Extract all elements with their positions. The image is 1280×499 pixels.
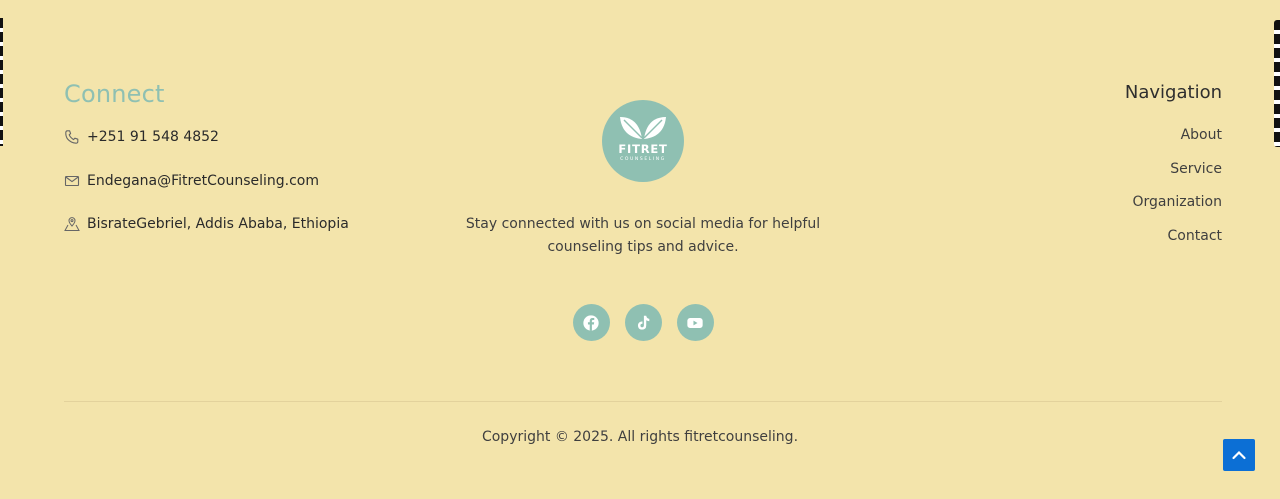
tiktok-icon <box>637 315 650 330</box>
nav-link-service[interactable]: Service <box>1125 161 1222 181</box>
email-address: Endegana@FitretCounseling.com <box>87 172 319 189</box>
facebook-icon <box>583 314 599 331</box>
navigation-heading: Navigation <box>1124 82 1222 103</box>
phone-icon <box>64 129 80 145</box>
brand-section: FITRET COUNSELING Stay connected with us… <box>443 100 843 341</box>
youtube-icon <box>687 317 703 328</box>
connect-heading: Connect <box>64 80 165 108</box>
footer-divider <box>64 401 1222 402</box>
nav-link-about[interactable]: About <box>1125 127 1222 147</box>
facebook-link[interactable] <box>572 304 610 341</box>
phone-number: +251 91 548 4852 <box>87 129 219 145</box>
fitret-logo[interactable]: FITRET COUNSELING <box>602 100 684 182</box>
email-contact[interactable]: Endegana@FitretCounseling.com <box>64 171 349 191</box>
nav-link-organization[interactable]: Organization <box>1125 194 1222 214</box>
right-edge-artifact <box>1274 20 1280 147</box>
leaves-icon <box>620 117 666 139</box>
scroll-to-top-button[interactable] <box>1223 439 1255 471</box>
logo-brand-text: FITRET <box>618 142 668 156</box>
copyright-text: Copyright © 2025. All rights fitretcouns… <box>481 429 799 445</box>
logo-subtitle: COUNSELING <box>620 157 666 162</box>
connect-section: Connect +251 91 548 4852 Endegana@Fitret… <box>64 80 349 258</box>
tiktok-link[interactable] <box>624 304 662 341</box>
chevron-up-icon <box>1232 450 1246 460</box>
social-tagline: Stay connected with us on social media f… <box>465 216 821 255</box>
social-links <box>443 304 843 341</box>
phone-contact[interactable]: +251 91 548 4852 <box>64 127 349 147</box>
footer-navigation: Navigation About Service Organization Co… <box>1125 82 1222 261</box>
mail-icon <box>64 173 80 189</box>
nav-link-contact[interactable]: Contact <box>1125 228 1222 248</box>
location-icon <box>64 216 80 232</box>
street-address: BisrateGebriel, Addis Ababa, Ethiopia <box>87 216 349 232</box>
youtube-link[interactable] <box>676 304 714 341</box>
left-edge-artifact <box>0 18 3 146</box>
address-contact[interactable]: BisrateGebriel, Addis Ababa, Ethiopia <box>64 214 349 234</box>
